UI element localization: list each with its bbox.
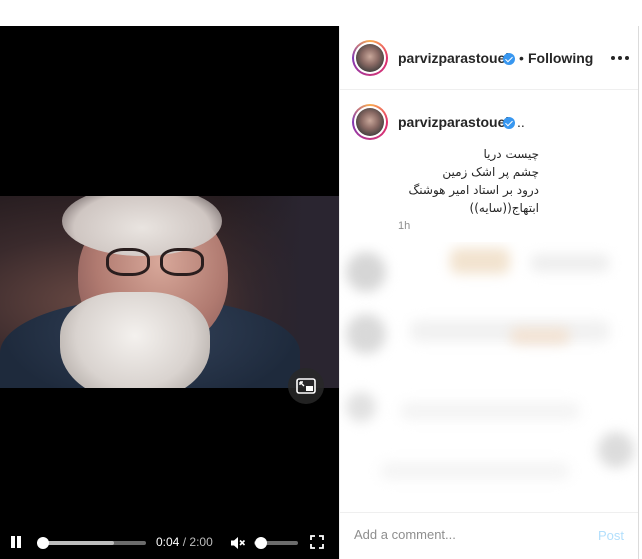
caption-trail: ..	[517, 114, 525, 130]
volume-handle[interactable]	[254, 537, 267, 549]
panel-border	[638, 26, 639, 559]
avatar-image	[356, 108, 384, 136]
video-frame[interactable]	[0, 196, 339, 388]
avatar-image	[356, 44, 384, 72]
blurred-text	[400, 402, 580, 420]
fullscreen-button[interactable]	[310, 535, 324, 549]
blurred-avatar	[346, 314, 386, 354]
post-side-panel: parvizparastouei • Following parvizparas…	[339, 26, 639, 559]
picture-in-picture-icon	[296, 378, 316, 394]
time-display: 0:04 / 2:00	[156, 535, 213, 549]
video-controls: 0:04 / 2:00	[0, 526, 339, 559]
fullscreen-icon	[310, 535, 324, 549]
frame-beard	[60, 292, 210, 388]
post-time: 1h	[398, 220, 411, 232]
caption-avatar[interactable]	[352, 104, 388, 140]
blurred-text	[530, 254, 610, 272]
caption-username[interactable]: parvizparastouei	[398, 114, 509, 130]
blurred-avatar	[346, 252, 386, 292]
author-username[interactable]: parvizparastouei	[398, 50, 509, 66]
pause-icon	[11, 536, 15, 548]
blurred-comments	[340, 242, 639, 512]
post-header: parvizparastouei • Following	[340, 26, 639, 90]
more-options-dot	[625, 56, 629, 60]
more-options-button[interactable]	[611, 56, 629, 60]
caption-line: ابتهاج((سایه))	[469, 201, 539, 215]
more-options-icon	[611, 56, 615, 60]
frame-glasses-right	[160, 248, 204, 276]
caption-text: چیست دریا چشم پر اشک زمین درود بر استاد …	[398, 145, 539, 217]
current-time: 0:04	[156, 535, 180, 549]
pause-icon-bar	[17, 536, 21, 548]
blurred-text	[510, 328, 570, 344]
following-button[interactable]: Following	[528, 50, 593, 66]
frame-glasses-left	[106, 248, 150, 276]
duration: 2:00	[189, 535, 213, 549]
volume-muted-icon	[231, 537, 246, 549]
blurred-text	[450, 248, 510, 274]
pause-button[interactable]	[8, 533, 24, 551]
time-separator: /	[182, 535, 187, 549]
post-comment-button[interactable]: Post	[598, 528, 624, 543]
caption-line: چیست دریا	[483, 147, 539, 161]
progress-bar[interactable]	[37, 537, 146, 549]
verified-badge-icon	[503, 53, 515, 65]
avatar-ring	[354, 42, 386, 74]
post-modal: 0:04 / 2:00 parvizparastouei • Following…	[0, 0, 642, 559]
caption-line: چشم پر اشک زمین	[442, 165, 539, 179]
comment-input[interactable]	[354, 527, 574, 542]
blurred-avatar	[346, 392, 376, 422]
video-player[interactable]	[0, 26, 339, 559]
picture-in-picture-button[interactable]	[288, 368, 324, 404]
verified-badge-icon	[503, 117, 515, 129]
progress-buffered	[40, 541, 115, 545]
more-options-dot	[618, 56, 622, 60]
avatar-ring	[354, 106, 386, 138]
header-separator: •	[519, 50, 524, 66]
volume-slider[interactable]	[254, 537, 298, 549]
blurred-avatar	[598, 432, 634, 468]
comment-bar: Post	[340, 512, 639, 559]
progress-handle[interactable]	[37, 537, 50, 549]
author-avatar[interactable]	[352, 40, 388, 76]
mute-button[interactable]	[230, 535, 246, 551]
blurred-text	[380, 462, 570, 480]
caption-line: درود بر استاد امیر هوشنگ	[408, 183, 539, 197]
